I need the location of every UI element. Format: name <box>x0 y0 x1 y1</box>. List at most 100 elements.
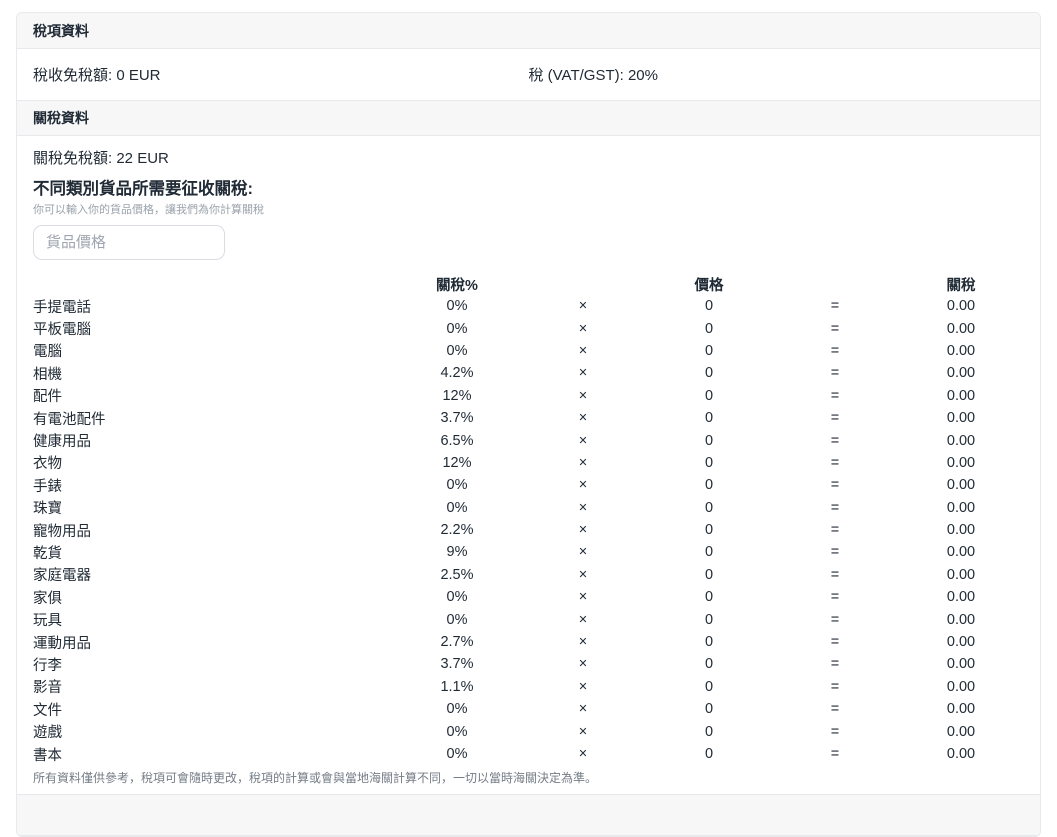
category-name: 衣物 <box>33 456 62 473</box>
duty-rate: 0% <box>446 320 468 337</box>
duty-rate: 0% <box>446 477 468 494</box>
duty-table-row: 健康用品 6.5% × 0 = 0.00 <box>33 429 1024 451</box>
price-value: 0 <box>704 723 714 740</box>
price-value: 0 <box>704 544 714 561</box>
equals-sign: = <box>830 499 840 516</box>
duty-table-row: 相機 4.2% × 0 = 0.00 <box>33 362 1024 384</box>
price-value: 0 <box>704 298 714 315</box>
price-value: 0 <box>704 499 714 516</box>
equals-sign: = <box>830 522 840 539</box>
duty-table-row: 影音 1.1% × 0 = 0.00 <box>33 676 1024 698</box>
category-name: 家俱 <box>33 590 62 607</box>
category-name: 手提電話 <box>33 299 91 316</box>
price-column-header: 價格 <box>694 278 724 294</box>
multiply-sign: × <box>578 522 588 539</box>
multiply-sign: × <box>578 342 588 359</box>
multiply-sign: × <box>578 746 588 762</box>
duty-amount: 0.00 <box>946 746 976 762</box>
tax-free-allowance: 稅收免稅額: 0 EUR <box>33 67 161 84</box>
multiply-sign: × <box>578 432 588 449</box>
multiply-sign: × <box>578 656 588 673</box>
duty-rate: 0% <box>446 746 468 762</box>
equals-sign: = <box>830 678 840 695</box>
multiply-sign: × <box>578 320 588 337</box>
category-name: 乾貨 <box>33 545 62 562</box>
duty-table-row: 手錶 0% × 0 = 0.00 <box>33 474 1024 496</box>
price-value: 0 <box>704 432 714 449</box>
goods-price-input[interactable] <box>33 225 225 260</box>
equals-sign: = <box>830 544 840 561</box>
duty-rate: 0% <box>446 298 468 315</box>
duty-table-row: 寵物用品 2.2% × 0 = 0.00 <box>33 519 1024 541</box>
price-value: 0 <box>704 566 714 583</box>
price-value: 0 <box>704 387 714 404</box>
equals-sign: = <box>830 723 840 740</box>
equals-sign: = <box>830 298 840 315</box>
duty-table-row: 家庭電器 2.5% × 0 = 0.00 <box>33 564 1024 586</box>
duty-table-row: 有電池配件 3.7% × 0 = 0.00 <box>33 407 1024 429</box>
duty-amount: 0.00 <box>946 499 976 516</box>
price-value: 0 <box>704 365 714 382</box>
category-name: 文件 <box>33 702 62 719</box>
duty-amount: 0.00 <box>946 298 976 315</box>
equals-sign: = <box>830 566 840 583</box>
duty-rate: 1.1% <box>440 678 474 695</box>
duty-calculator-hint: 你可以輸入你的貨品價格，讓我們為你計算關稅 <box>33 204 264 216</box>
duty-table-row: 珠寶 0% × 0 = 0.00 <box>33 497 1024 519</box>
tax-info-card: 稅項資料 稅收免稅額: 0 EUR 稅 (VAT/GST): 20% 關稅資料 … <box>16 12 1041 837</box>
duty-amount: 0.00 <box>946 432 976 449</box>
category-name: 運動用品 <box>33 635 91 652</box>
duty-table-row: 電腦 0% × 0 = 0.00 <box>33 340 1024 362</box>
equals-sign: = <box>830 432 840 449</box>
duty-amount: 0.00 <box>946 410 976 427</box>
duty-amount: 0.00 <box>946 544 976 561</box>
duty-rate: 0% <box>446 701 468 718</box>
multiply-sign: × <box>578 387 588 404</box>
duty-rate: 2.7% <box>440 634 474 651</box>
equals-sign: = <box>830 611 840 628</box>
price-value: 0 <box>704 320 714 337</box>
equals-sign: = <box>830 634 840 651</box>
multiply-sign: × <box>578 566 588 583</box>
next-section-header <box>17 794 1040 837</box>
duty-table-header-row: 關稅% 價格 關稅 <box>33 274 1024 295</box>
category-name: 配件 <box>33 389 62 406</box>
duty-amount: 0.00 <box>946 589 976 606</box>
disclaimer-text: 所有資料僅供參考，稅項可會隨時更改，稅項的計算或會與當地海關計算不同，一切以當時… <box>33 771 598 786</box>
price-value: 0 <box>704 342 714 359</box>
equals-sign: = <box>830 477 840 494</box>
multiply-sign: × <box>578 454 588 471</box>
category-name: 玩具 <box>33 613 62 630</box>
price-value: 0 <box>704 477 714 494</box>
duty-rate: 2.5% <box>440 566 474 583</box>
duty-rate: 0% <box>446 342 468 359</box>
duty-rate: 9% <box>446 544 468 561</box>
price-value: 0 <box>704 611 714 628</box>
price-value: 0 <box>704 522 714 539</box>
category-name: 行李 <box>33 657 62 674</box>
duty-amount: 0.00 <box>946 342 976 359</box>
price-value: 0 <box>704 410 714 427</box>
duty-section-content: 關稅免稅額: 22 EUR 不同類別貨品所需要征收關稅: 你可以輸入你的貨品價格… <box>17 136 1040 794</box>
multiply-sign: × <box>578 723 588 740</box>
multiply-sign: × <box>578 410 588 427</box>
duty-rate: 12% <box>442 454 472 471</box>
multiply-sign: × <box>578 298 588 315</box>
multiply-sign: × <box>578 634 588 651</box>
multiply-sign: × <box>578 499 588 516</box>
duty-rate: 0% <box>446 723 468 740</box>
equals-sign: = <box>830 410 840 427</box>
category-name: 相機 <box>33 366 62 383</box>
category-name: 寵物用品 <box>33 523 91 540</box>
price-value: 0 <box>704 634 714 651</box>
tax-summary-row: 稅收免稅額: 0 EUR 稅 (VAT/GST): 20% <box>17 49 1040 100</box>
category-name: 家庭電器 <box>33 568 91 585</box>
duty-table-row: 平板電腦 0% × 0 = 0.00 <box>33 317 1024 339</box>
duty-table-row: 行李 3.7% × 0 = 0.00 <box>33 653 1024 675</box>
category-name: 健康用品 <box>33 434 91 451</box>
equals-sign: = <box>830 656 840 673</box>
duty-column-header: 關稅 <box>946 278 976 294</box>
duty-rate: 0% <box>446 611 468 628</box>
duty-rates-table: 關稅% 價格 關稅 手提電話 0% × 0 = 0.00 平板電腦 0% × 0… <box>33 274 1024 765</box>
duty-amount: 0.00 <box>946 387 976 404</box>
